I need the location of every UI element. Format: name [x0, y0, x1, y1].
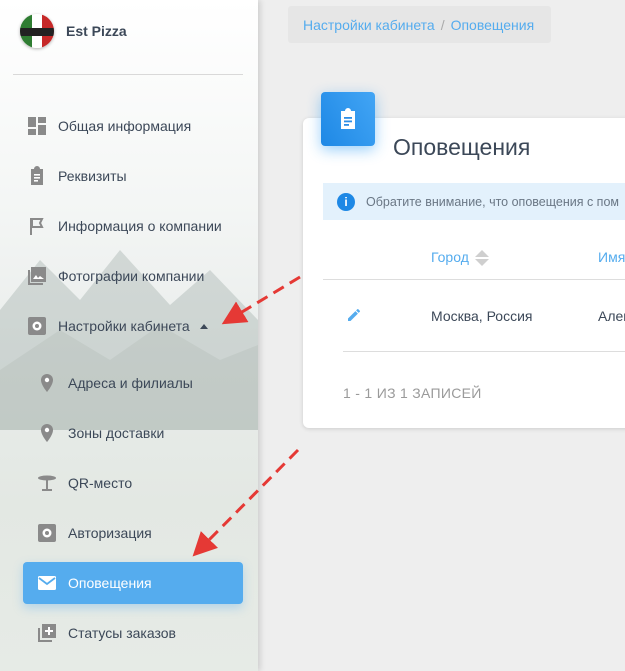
annotation-arrow-settings: [221, 275, 301, 325]
annotation-arrow-notifications: [192, 448, 300, 557]
annotation-arrows: [192, 275, 301, 557]
